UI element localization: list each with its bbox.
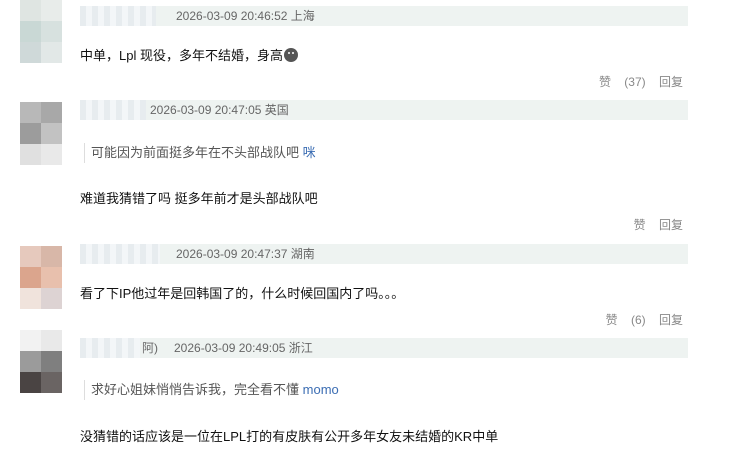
quoted-reply: 可能因为前面挺多年在不头部战队吧 咪	[84, 143, 316, 163]
quote-author-link[interactable]: 咪	[303, 145, 316, 160]
username-blurred[interactable]	[80, 338, 140, 358]
like-button[interactable]: 赞 (6)	[596, 313, 646, 327]
comment-meta: 2026-03-09 20:47:37 湖南	[80, 244, 688, 264]
username-blurred[interactable]	[80, 6, 156, 26]
reply-button[interactable]: 回复	[659, 218, 683, 232]
comment-text: 没猜错的话应该是一位在LPL打的有皮肤有公开多年女友未结婚的KR中单	[80, 429, 499, 444]
avatar[interactable]	[20, 102, 62, 166]
timestamp: 2026-03-09 20:47:37 湖南	[176, 247, 315, 261]
reply-button[interactable]: 回复	[659, 75, 683, 89]
username-blurred[interactable]	[80, 100, 146, 120]
timestamp: 2026-03-09 20:49:05 浙江	[174, 341, 313, 355]
location: 英国	[264, 103, 289, 117]
avatar[interactable]	[20, 0, 62, 64]
comment-actions: 赞 (37) 回复	[579, 73, 683, 90]
comment-actions: 赞 (6) 回复	[586, 311, 683, 328]
location: 上海	[290, 9, 315, 23]
location: 湖南	[290, 247, 315, 261]
comment-text: 中单，Lpl 现役，多年不结婚，身高	[80, 45, 298, 64]
timestamp: 2026-03-09 20:47:05 英国	[150, 103, 289, 117]
comment-meta: 阿) 2026-03-09 20:49:05 浙江	[80, 338, 688, 358]
comment-actions: 赞 回复	[614, 216, 683, 233]
timestamp: 2026-03-09 20:46:52 上海	[176, 9, 315, 23]
username-tail[interactable]: 阿)	[142, 338, 158, 358]
like-button[interactable]: 赞	[624, 218, 646, 232]
avatar[interactable]	[20, 246, 62, 310]
location: 浙江	[288, 341, 313, 355]
comment-meta: 2026-03-09 20:47:05 英国	[80, 100, 688, 120]
like-button[interactable]: 赞 (37)	[589, 75, 646, 89]
quote-author-link[interactable]: momo	[303, 382, 339, 397]
avatar[interactable]	[20, 330, 62, 394]
reply-button[interactable]: 回复	[659, 313, 683, 327]
comment-text: 看了下IP他过年是回韩国了的，什么时候回国内了吗。。。	[80, 286, 405, 301]
quoted-reply: 求好心姐妹悄悄告诉我，完全看不懂 momo	[84, 380, 339, 400]
sad-face-emoji-icon	[283, 48, 298, 62]
username-blurred[interactable]	[80, 244, 160, 264]
comment-meta: 2026-03-09 20:46:52 上海	[80, 6, 688, 26]
comment-text: 难道我猜错了吗 挺多年前才是头部战队吧	[80, 191, 318, 206]
